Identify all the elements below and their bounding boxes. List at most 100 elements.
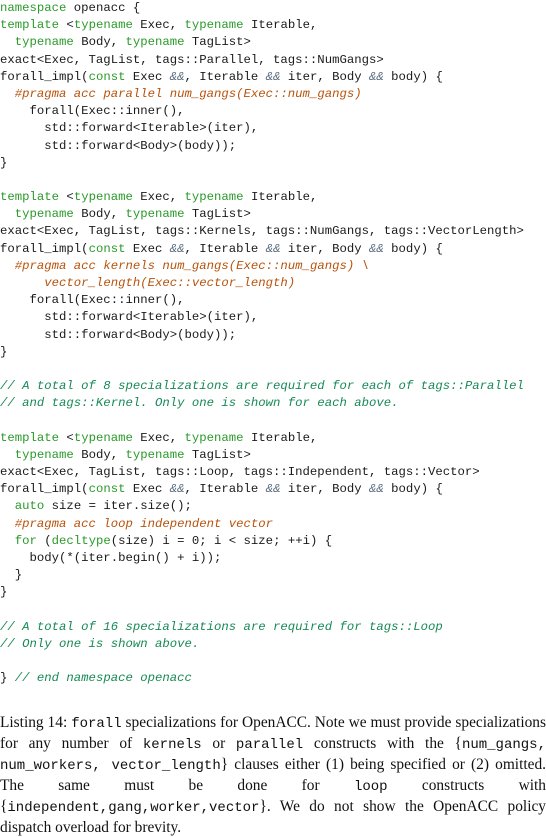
code-text: <	[59, 430, 74, 445]
code-line: typename Body, typename TagList>	[0, 34, 546, 51]
code-text: Body,	[73, 35, 126, 50]
code-keyword: const	[88, 482, 126, 497]
code-text: }	[0, 585, 8, 600]
code-text: body) {	[383, 482, 443, 497]
code-line: vector_length(Exec::vector_length)	[0, 275, 546, 292]
code-comment: // end namespace openacc	[14, 671, 192, 686]
code-text: TagList>	[184, 35, 251, 50]
code-line: #pragma acc loop independent vector	[0, 516, 546, 533]
code-text: exact<Exec, TagList, tags::Kernels, tags…	[0, 224, 524, 239]
code-line: }	[0, 567, 546, 584]
code-keyword: typename	[73, 190, 133, 205]
code-line: }	[0, 155, 546, 172]
code-keyword: namespace	[0, 1, 67, 15]
code-text: Exec,	[132, 430, 185, 445]
code-text: }	[0, 344, 8, 359]
code-text: <	[59, 190, 74, 205]
code-operator: &&	[369, 241, 384, 256]
code-comment: // and tags::Kernel. Only one is shown f…	[0, 396, 399, 411]
code-keyword: typename	[125, 447, 185, 462]
code-line: forall_impl(const Exec &&, Iterable && i…	[0, 481, 546, 498]
code-line: #pragma acc parallel num_gangs(Exec::num…	[0, 86, 546, 103]
code-text: exact<Exec, TagList, tags::Loop, tags::I…	[0, 465, 480, 480]
code-keyword: auto	[14, 499, 45, 514]
code-text: Exec	[125, 241, 170, 256]
code-pragma: vector_length(Exec::vector_length)	[44, 276, 296, 290]
code-line: for (decltype(size) i = 0; i < size; ++i…	[0, 533, 546, 550]
code-text: body(*(iter.begin() + i));	[0, 551, 222, 565]
code-text: std::forward<Iterable>(iter),	[0, 310, 259, 325]
code-line: #pragma acc kernels num_gangs(Exec::num_…	[0, 258, 546, 275]
code-keyword: typename	[73, 430, 133, 445]
code-text: Exec,	[132, 18, 185, 33]
code-text: , Iterable	[184, 241, 266, 256]
code-line: typename Body, typename TagList>	[0, 447, 546, 464]
code-text: std::forward<Iterable>(iter),	[0, 121, 259, 136]
code-pragma: #pragma acc loop independent vector	[14, 516, 274, 531]
caption-label: Listing 14:	[0, 714, 68, 731]
caption-code: forall	[71, 716, 122, 732]
code-text: forall_impl(	[0, 241, 89, 256]
code-text: forall(Exec::inner(),	[0, 293, 185, 308]
code-operator: &&	[265, 482, 281, 497]
code-line: // Only one is shown above.	[0, 636, 546, 653]
code-line: // A total of 8 specializations are requ…	[0, 378, 546, 395]
code-text: (size) i = 0; i < size; ++i) {	[110, 533, 333, 548]
code-keyword: const	[88, 241, 126, 256]
code-keyword: typename	[184, 190, 244, 205]
code-operator: &&	[169, 482, 185, 497]
code-operator: &&	[265, 241, 281, 256]
code-text: TagList>	[184, 207, 251, 222]
code-line: std::forward<Body>(body));	[0, 138, 546, 155]
code-line: std::forward<Iterable>(iter),	[0, 309, 546, 326]
code-keyword: typename	[125, 207, 185, 222]
code-line: namespace openacc {	[0, 0, 546, 17]
code-text: std::forward<Body>(body));	[0, 327, 237, 342]
code-text: openacc {	[66, 1, 141, 15]
caption-code: parallel	[235, 737, 304, 753]
code-text: <	[59, 18, 74, 33]
code-text: iter, Body	[280, 482, 370, 497]
code-text: , Iterable	[184, 482, 266, 497]
code-line: exact<Exec, TagList, tags::Parallel, tag…	[0, 52, 546, 69]
code-text: body) {	[383, 241, 443, 256]
code-line: auto size = iter.size();	[0, 498, 546, 515]
code-line: template <typename Exec, typename Iterab…	[0, 17, 546, 34]
code-text: exact<Exec, TagList, tags::Parallel, tag…	[0, 52, 384, 67]
listing-caption: Listing 14: forall specializations for O…	[0, 713, 546, 837]
code-text: Iterable,	[243, 430, 318, 445]
code-text: std::forward<Body>(body));	[0, 138, 237, 153]
code-keyword: const	[88, 69, 126, 84]
code-text: Exec	[125, 69, 170, 84]
code-keyword: typename	[184, 18, 244, 33]
code-keyword: typename	[125, 35, 185, 50]
code-comment: // A total of 16 specializations are req…	[0, 619, 443, 634]
code-line: // and tags::Kernel. Only one is shown f…	[0, 395, 546, 412]
code-text: , Iterable	[184, 69, 266, 84]
code-text: Exec	[125, 482, 170, 497]
code-line: template <typename Exec, typename Iterab…	[0, 430, 546, 447]
caption-body: forall specializations for OpenACC. Note…	[0, 714, 546, 836]
code-line: }	[0, 584, 546, 601]
code-text: Body,	[73, 207, 126, 222]
code-line: } // end namespace openacc	[0, 670, 546, 687]
code-text: iter, Body	[280, 241, 370, 256]
code-text: }	[0, 155, 8, 170]
code-text: }	[0, 671, 15, 686]
code-listing: namespace openacc { template <typename Ex…	[0, 0, 546, 688]
code-operator: &&	[265, 69, 281, 84]
code-line: forall_impl(const Exec &&, Iterable && i…	[0, 241, 546, 258]
code-text: Body,	[73, 447, 126, 462]
